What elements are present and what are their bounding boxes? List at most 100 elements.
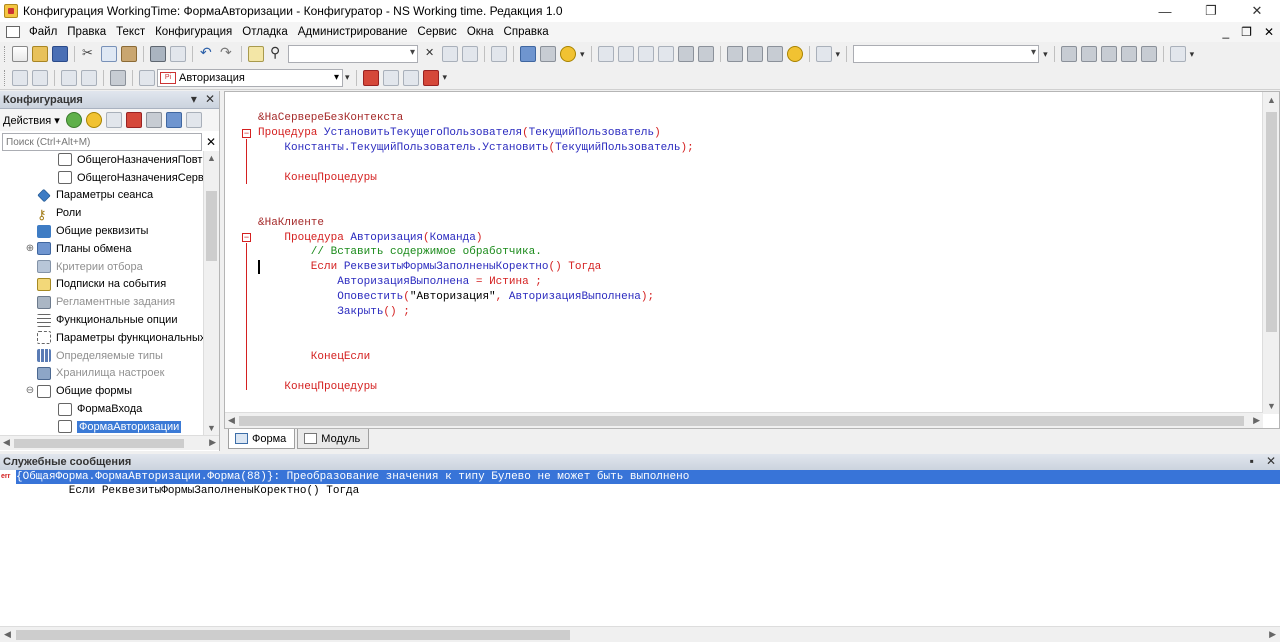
menu-windows[interactable]: Окна xyxy=(462,22,499,42)
tree-item[interactable]: Общие реквизиты xyxy=(0,222,203,240)
scroll-right-icon[interactable]: ▶ xyxy=(209,437,216,448)
cut-icon[interactable] xyxy=(81,45,97,62)
code-line[interactable]: АвторизацияВыполнена = Истина ; xyxy=(258,275,694,290)
indent-block-icon[interactable] xyxy=(110,69,126,86)
copy-item-icon[interactable] xyxy=(105,112,122,128)
scroll-down-icon[interactable]: ▼ xyxy=(1267,401,1276,411)
undo-icon[interactable] xyxy=(199,44,215,62)
procedure-goto-icon[interactable] xyxy=(382,69,399,86)
replace-icon[interactable] xyxy=(491,46,507,62)
copy-icon[interactable] xyxy=(101,46,117,62)
procedure-list-icon[interactable] xyxy=(362,69,379,86)
chevron-down-icon[interactable]: ▾ xyxy=(580,49,585,60)
procedure-delete-icon[interactable] xyxy=(422,69,439,86)
add-bookmark-icon[interactable] xyxy=(12,69,28,86)
tree-item[interactable]: Функциональные опции xyxy=(0,311,203,329)
tree-item[interactable]: ФормаАвторизации xyxy=(0,418,203,435)
breakpoint-icon[interactable] xyxy=(677,46,694,62)
panel-pin-icon[interactable]: ▾ xyxy=(191,92,197,106)
new-document-icon[interactable] xyxy=(12,46,28,62)
event-icon[interactable] xyxy=(139,69,155,86)
print-icon[interactable] xyxy=(150,46,166,62)
run-to-cursor-icon[interactable] xyxy=(697,46,714,62)
scroll-left-icon[interactable]: ◀ xyxy=(4,629,11,640)
find-icon[interactable] xyxy=(248,46,264,62)
code-line[interactable]: // Вставить содержимое обработчика. xyxy=(258,245,694,260)
close-button[interactable]: ✕ xyxy=(1234,0,1280,22)
tree-item[interactable]: Регламентные задания xyxy=(0,293,203,311)
tree-item[interactable]: Определяемые типы xyxy=(0,347,203,365)
procedure-next-icon[interactable] xyxy=(402,69,419,86)
tree-item[interactable]: ⊕ Планы обмена xyxy=(0,240,203,258)
find-next-icon[interactable] xyxy=(442,46,458,62)
mdi-minimize-button[interactable]: _ xyxy=(1222,25,1229,39)
outdent-icon[interactable] xyxy=(1140,46,1157,62)
fold-collapse-icon[interactable]: − xyxy=(242,129,251,138)
indent-icon[interactable] xyxy=(1120,46,1137,62)
panel-close-icon[interactable]: ✕ xyxy=(1266,454,1276,468)
search-icon[interactable] xyxy=(268,44,284,62)
toolbar-grip[interactable] xyxy=(4,46,7,62)
template-icon[interactable] xyxy=(1080,46,1097,62)
menu-debug[interactable]: Отладка xyxy=(237,22,292,42)
scroll-down-icon[interactable]: ▼ xyxy=(207,423,216,433)
code-line[interactable] xyxy=(258,186,694,201)
chevron-down-icon[interactable]: ▾ xyxy=(345,72,350,83)
form-object-select[interactable]: Pi Авторизация xyxy=(157,68,343,87)
code-editor[interactable]: − − &НаСервереБезКонтекста Процедура Уста… xyxy=(224,91,1280,429)
tree-item[interactable]: Критерии отбора xyxy=(0,258,203,276)
sort-icon[interactable] xyxy=(185,112,202,128)
minimize-button[interactable]: — xyxy=(1142,0,1188,22)
code-line[interactable]: &НаКлиенте xyxy=(258,216,694,231)
move-down-icon[interactable] xyxy=(165,112,182,128)
add-watch-icon[interactable] xyxy=(657,46,674,62)
scroll-thumb[interactable] xyxy=(1266,112,1277,332)
tree-item[interactable]: ОбщегоНазначенияПовтИ xyxy=(0,151,203,169)
code-line[interactable]: Закрыть() ; xyxy=(258,305,694,320)
syntax-assistant-icon[interactable] xyxy=(540,46,556,62)
chevron-down-icon[interactable]: ▾ xyxy=(836,49,841,60)
code-line[interactable]: &НаСервереБезКонтекста xyxy=(258,111,694,126)
uncomment-icon[interactable] xyxy=(81,69,97,86)
comment-icon[interactable] xyxy=(61,69,77,86)
menu-edit[interactable]: Правка xyxy=(62,22,111,42)
code-line[interactable]: КонецЕсли xyxy=(258,350,694,365)
scroll-thumb[interactable] xyxy=(14,439,184,448)
menu-administration[interactable]: Администрирование xyxy=(293,22,413,42)
scroll-thumb[interactable] xyxy=(16,630,570,640)
code-line[interactable]: КонецПроцедуры xyxy=(258,380,694,395)
code-line[interactable]: Константы.ТекущийПользователь.Установить… xyxy=(258,141,693,156)
panel-pin-icon[interactable]: ▪ xyxy=(1250,454,1254,468)
goto-icon[interactable] xyxy=(1169,46,1186,62)
properties-icon[interactable] xyxy=(766,46,783,62)
clear-search-icon[interactable] xyxy=(422,46,438,62)
code-line[interactable] xyxy=(258,320,694,335)
messages-horizontal-scrollbar[interactable]: ◀ ▶ xyxy=(0,626,1280,642)
search-clear-icon[interactable]: ✕ xyxy=(206,135,216,149)
procedure-combo[interactable] xyxy=(853,45,1040,63)
actions-menu-button[interactable]: Действия ▾ xyxy=(3,114,60,127)
info-icon[interactable] xyxy=(560,46,576,62)
code-line[interactable]: КонецПроцедуры xyxy=(258,171,694,186)
chevron-down-icon[interactable]: ▾ xyxy=(1043,49,1048,60)
menu-file[interactable]: Файл xyxy=(24,22,62,42)
move-up-icon[interactable] xyxy=(145,112,162,128)
window-icon[interactable] xyxy=(726,46,743,62)
tree-item[interactable]: Роли xyxy=(0,204,203,222)
scroll-right-icon[interactable]: ▶ xyxy=(1253,415,1260,426)
tree-item[interactable]: Подписки на события xyxy=(0,276,203,294)
code-line[interactable]: Процедура Авторизация(Команда) xyxy=(258,231,694,246)
code-line[interactable]: Если РеквезитыФормыЗаполненыКоректно() Т… xyxy=(258,260,694,275)
add-icon[interactable] xyxy=(65,112,82,128)
tree-item[interactable]: ФормаВхода xyxy=(0,400,203,418)
code-line[interactable] xyxy=(258,156,694,171)
code-text[interactable]: &НаСервереБезКонтекста Процедура Установи… xyxy=(258,111,694,395)
mdi-restore-button[interactable]: ❐ xyxy=(1241,25,1252,39)
configuration-search-input[interactable] xyxy=(2,133,202,151)
window-list-icon[interactable] xyxy=(746,46,763,62)
tree-item[interactable]: ⊖ Общие формы xyxy=(0,382,203,400)
collapse-icon[interactable]: ⊖ xyxy=(25,386,35,396)
save-icon[interactable] xyxy=(52,46,68,62)
step-over-icon[interactable] xyxy=(617,46,634,62)
fold-collapse-icon[interactable]: − xyxy=(242,233,251,242)
